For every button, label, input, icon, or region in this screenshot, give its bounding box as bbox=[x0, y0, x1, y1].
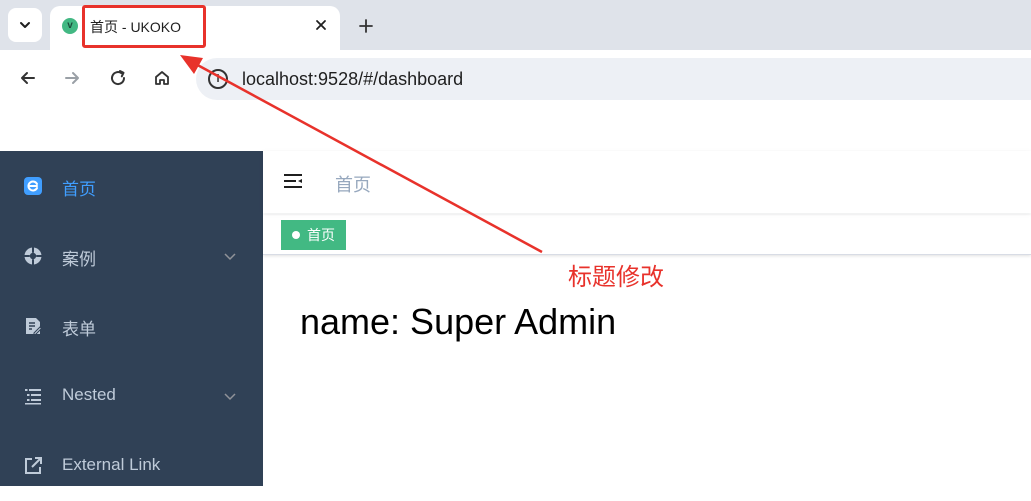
annotation-highlight-box bbox=[82, 5, 206, 48]
sidebar-item-example[interactable]: 案例 bbox=[0, 221, 263, 291]
breadcrumb: 首页 bbox=[335, 175, 371, 195]
chevron-down-icon bbox=[224, 253, 236, 261]
url-text[interactable]: localhost:9528/#/dashboard bbox=[242, 69, 463, 90]
link-icon bbox=[23, 456, 43, 476]
main-content: 首页 首页 name: Super Admin bbox=[263, 151, 1031, 486]
chevron-down-icon bbox=[20, 22, 30, 28]
nested-icon bbox=[23, 386, 43, 406]
tab-close-button[interactable] bbox=[310, 14, 332, 36]
tag-label: 首页 bbox=[307, 227, 335, 243]
plus-icon bbox=[359, 19, 373, 33]
reload-button[interactable] bbox=[104, 64, 132, 92]
address-bar[interactable]: i localhost:9528/#/dashboard bbox=[196, 58, 1031, 100]
chevron-down-icon bbox=[224, 393, 236, 401]
hamburger-icon[interactable] bbox=[283, 171, 305, 193]
close-icon bbox=[316, 20, 326, 30]
sidebar-item-external-link[interactable]: External Link bbox=[0, 431, 263, 501]
home-button[interactable] bbox=[148, 64, 176, 92]
tag-active-dot bbox=[292, 231, 300, 239]
vue-favicon-icon: v bbox=[62, 18, 78, 34]
tab-search-button[interactable] bbox=[8, 8, 42, 42]
sidebar: 首页 案例 表单 Nested External Link bbox=[0, 151, 263, 486]
home-icon bbox=[155, 71, 169, 85]
sidebar-item-label: 首页 bbox=[62, 180, 96, 199]
info-icon[interactable]: i bbox=[208, 69, 228, 89]
sidebar-item-label: Nested bbox=[62, 385, 116, 404]
annotation-label: 标题修改 bbox=[568, 264, 664, 291]
forward-icon bbox=[65, 72, 79, 84]
sidebar-item-label: 案例 bbox=[62, 250, 96, 269]
form-icon bbox=[23, 316, 43, 336]
sidebar-item-dashboard[interactable]: 首页 bbox=[0, 151, 263, 221]
back-button[interactable] bbox=[14, 64, 42, 92]
example-icon bbox=[23, 246, 43, 266]
sidebar-item-form[interactable]: 表单 bbox=[0, 291, 263, 361]
sidebar-item-label: External Link bbox=[62, 455, 161, 474]
dashboard-text: name: Super Admin bbox=[300, 301, 617, 342]
new-tab-button[interactable] bbox=[352, 12, 380, 40]
sidebar-item-label: 表单 bbox=[62, 320, 96, 339]
reload-icon bbox=[111, 70, 126, 86]
sidebar-item-nested[interactable]: Nested bbox=[0, 361, 263, 431]
back-icon bbox=[21, 72, 35, 84]
forward-button[interactable] bbox=[58, 64, 86, 92]
tag-dashboard[interactable]: 首页 bbox=[281, 220, 346, 250]
browser-toolbar: i localhost:9528/#/dashboard bbox=[0, 50, 1031, 108]
dashboard-icon bbox=[23, 176, 43, 196]
navbar: 首页 bbox=[263, 151, 1031, 213]
tags-view: 首页 bbox=[263, 215, 1031, 255]
